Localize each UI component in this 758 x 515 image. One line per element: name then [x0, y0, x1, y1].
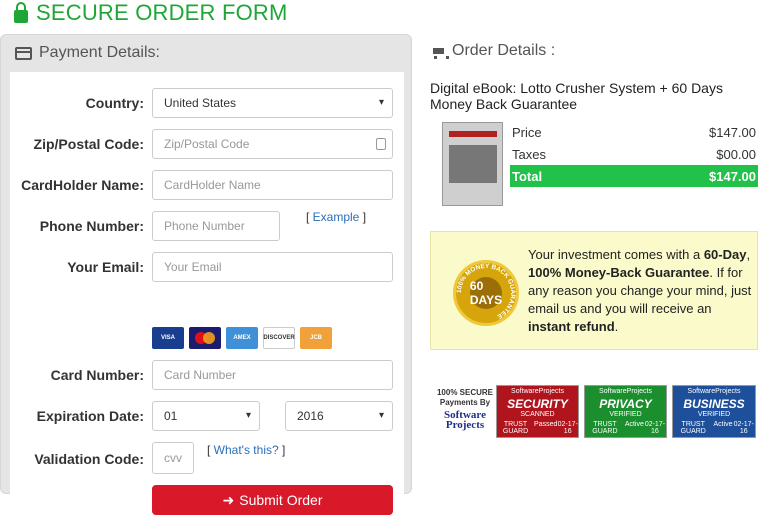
ebook-cover-image — [442, 122, 503, 206]
country-label: Country: — [85, 95, 144, 111]
whats-this-wrap: [ What's this? ] — [207, 443, 285, 457]
software-projects-brand: Software Projects — [444, 409, 486, 431]
phone-placeholder: Phone Number — [164, 219, 245, 233]
product-name: Digital eBook: Lotto Crusher System + 60… — [430, 80, 723, 112]
card-number-input[interactable]: Card Number — [152, 360, 393, 390]
total-row: Total $147.00 — [510, 165, 758, 187]
card-number-placeholder: Card Number — [164, 368, 237, 382]
order-heading: Order Details : — [452, 42, 556, 59]
secure-payments-text: 100% SECURE Payments By — [436, 388, 494, 407]
price-label: Price — [512, 124, 542, 140]
exp-year-value: 2016 — [297, 409, 324, 423]
credit-card-icon — [15, 46, 32, 60]
zip-placeholder: Zip/Postal Code — [164, 137, 250, 151]
taxes-row: Taxes $00.00 — [510, 143, 758, 165]
exp-month-value: 01 — [164, 409, 178, 423]
price-table: Price $147.00 Taxes $00.00 Total $147.00 — [510, 121, 758, 187]
security-scanned-badge[interactable]: SoftwareProjects SECURITY SCANNED TRUST … — [496, 385, 579, 438]
cardholder-name-input[interactable]: CardHolder Name — [152, 170, 393, 200]
zip-input[interactable]: Zip/Postal Code — [152, 129, 393, 159]
bracket-open: [ — [207, 443, 214, 457]
page-header: SECURE ORDER FORM — [14, 0, 288, 26]
secure-payments-badge: 100% SECURE Payments By Software Project… — [436, 388, 494, 431]
cvv-input[interactable]: cvv — [152, 442, 194, 474]
bracket-close: ] — [359, 210, 367, 224]
card-number-label: Card Number: — [50, 367, 144, 383]
example-link-wrap: [ Example ] — [306, 210, 366, 224]
total-value: $147.00 — [709, 168, 756, 184]
taxes-label: Taxes — [512, 146, 546, 162]
seal-center-text: 60 DAYS — [469, 277, 503, 309]
arrow-right-icon: ➜ — [222, 491, 235, 508]
visa-card-icon: VISA — [152, 327, 184, 349]
chevron-down-icon: ▾ — [245, 410, 251, 421]
payment-header: Payment Details: — [1, 35, 411, 71]
country-value: United States — [164, 96, 237, 110]
cardholder-name-label: CardHolder Name: — [21, 177, 144, 193]
phone-input[interactable]: Phone Number — [152, 211, 280, 241]
chevron-down-icon: ▾ — [378, 410, 384, 421]
bracket-open: [ — [306, 210, 313, 224]
lock-icon — [14, 1, 28, 23]
bracket-close: ] — [278, 443, 286, 457]
page-title: SECURE ORDER FORM — [36, 0, 288, 25]
guarantee-text: Your investment comes with a 60-Day, 100… — [528, 247, 752, 334]
discover-card-icon: DISCOVER — [263, 327, 295, 349]
example-link[interactable]: Example — [313, 210, 360, 224]
jcb-card-icon: JCB — [300, 327, 332, 349]
expiration-label: Expiration Date: — [36, 408, 144, 424]
amex-card-icon: AMEX — [226, 327, 258, 349]
total-label: Total — [512, 168, 543, 184]
price-row: Price $147.00 — [510, 121, 758, 143]
submit-order-label: Submit Order — [239, 492, 323, 508]
card-brands: VISA AMEX DISCOVER JCB — [152, 327, 332, 349]
zip-label: Zip/Postal Code: — [33, 136, 144, 152]
payment-heading: Payment Details: — [39, 44, 160, 61]
payment-panel: Payment Details: Country: United States ▾… — [0, 34, 412, 515]
cardholder-name-placeholder: CardHolder Name — [164, 178, 261, 192]
email-input[interactable]: Your Email — [152, 252, 393, 282]
payment-form: Country: United States ▾ Zip/Postal Code:… — [10, 72, 404, 515]
business-verified-badge[interactable]: SoftwareProjects BUSINESS VERIFIED TRUST… — [672, 385, 756, 438]
shopping-cart-icon — [430, 46, 449, 59]
email-placeholder: Your Email — [164, 260, 222, 274]
guarantee-box: 100% MONEY BACK GUARANTEE 60 DAYS Your i… — [430, 231, 758, 350]
country-select[interactable]: United States ▾ — [152, 88, 393, 118]
mastercard-icon — [189, 327, 221, 349]
cvv-label: Validation Code: — [34, 451, 144, 467]
submit-order-button[interactable]: ➜ Submit Order — [152, 485, 393, 515]
price-value: $147.00 — [709, 124, 756, 140]
autofill-icon — [376, 138, 386, 150]
exp-year-select[interactable]: 2016 ▾ — [285, 401, 393, 431]
money-back-seal-icon: 100% MONEY BACK GUARANTEE 60 DAYS — [453, 260, 519, 326]
phone-label: Phone Number: — [39, 218, 144, 234]
privacy-verified-badge[interactable]: SoftwareProjects PRIVACY VERIFIED TRUST … — [584, 385, 667, 438]
cvv-placeholder: cvv — [164, 451, 182, 465]
order-header: Order Details : — [430, 42, 555, 60]
taxes-value: $00.00 — [716, 146, 756, 162]
email-label: Your Email: — [67, 259, 144, 275]
chevron-down-icon: ▾ — [378, 97, 384, 108]
exp-month-select[interactable]: 01 ▾ — [152, 401, 260, 431]
whats-this-link[interactable]: What's this? — [214, 443, 279, 457]
